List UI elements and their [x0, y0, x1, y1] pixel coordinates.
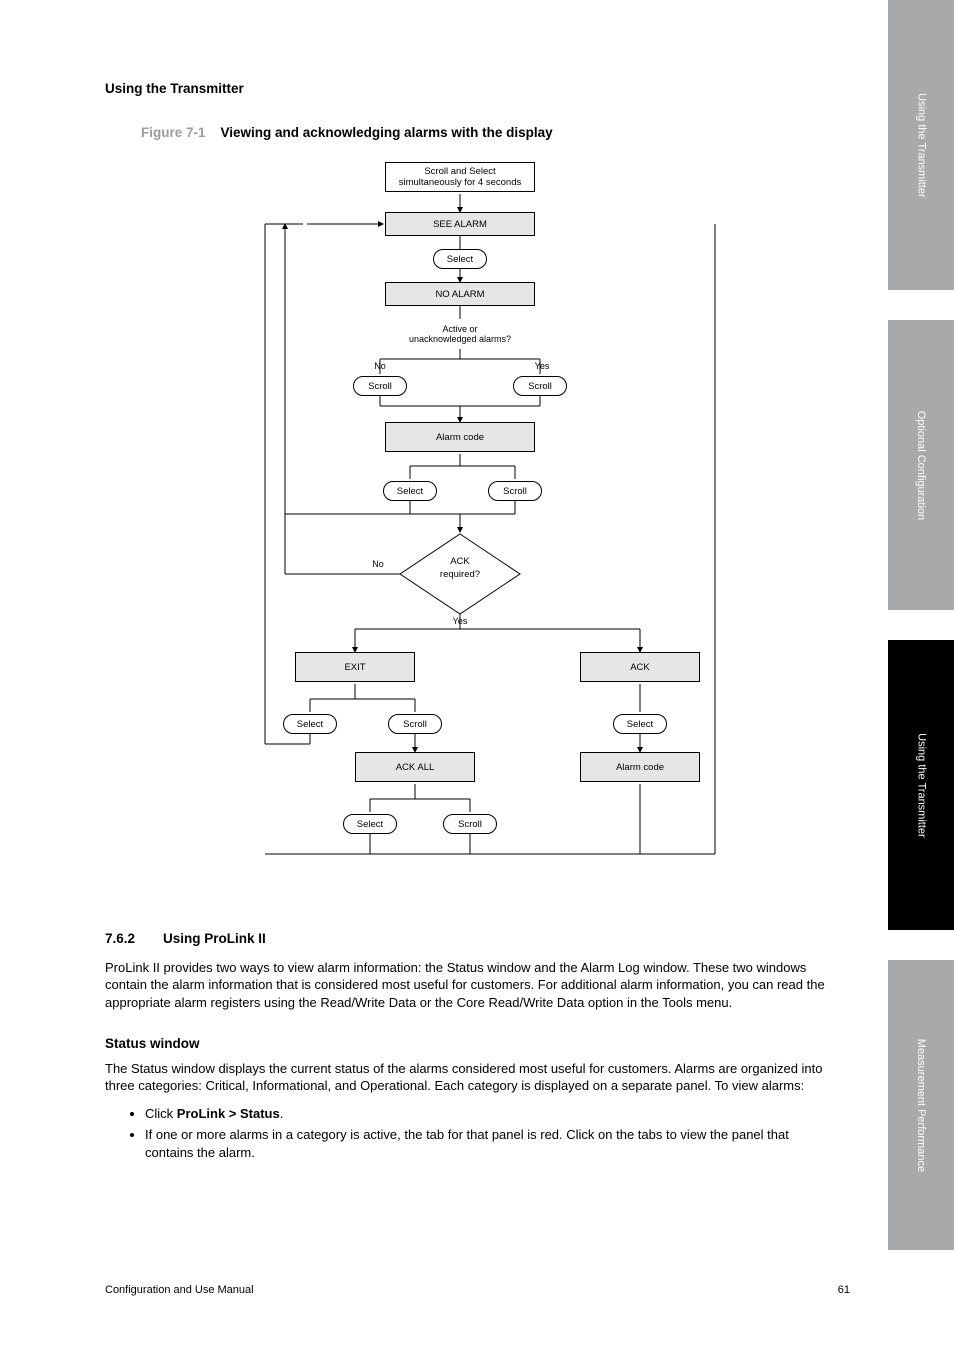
node-select-4: Select [613, 714, 667, 734]
node-ack-all: ACK ALL [355, 752, 475, 782]
node-select-3: Select [283, 714, 337, 734]
node-scroll-3: Scroll [388, 714, 442, 734]
section-762-p1: ProLink II provides two ways to view ala… [105, 959, 835, 1012]
running-head: Using the Transmitter [105, 80, 835, 98]
node-select-5: Select [343, 814, 397, 834]
label-no-1: No [365, 359, 395, 374]
figure-title: Viewing and acknowledging alarms with th… [221, 125, 553, 140]
label-yes-1: Yes [527, 359, 557, 374]
node-alarms-question: Active or unacknowledged alarms? [390, 320, 530, 348]
node-start: Scroll and Select simultaneously for 4 s… [385, 162, 535, 192]
tab-optional-configuration: Optional Configuration [888, 320, 954, 610]
node-select-2: Select [383, 481, 437, 501]
status-window-steps: Click ProLink > Status. If one or more a… [145, 1105, 835, 1162]
tab-using-transmitter-active: Using the Transmitter [888, 640, 954, 930]
status-step-2: If one or more alarms in a category is a… [145, 1126, 835, 1161]
flowchart-connectors [215, 154, 775, 904]
page-footer: Configuration and Use Manual 61 [105, 1283, 850, 1298]
tab-measurement-performance: Measurement Performance [888, 960, 954, 1250]
footer-page-number: 61 [838, 1283, 850, 1298]
node-select-1: Select [433, 249, 487, 269]
section-762: 7.6.2Using ProLink II ProLink II provide… [105, 930, 835, 1161]
node-scroll-5: Scroll [443, 814, 497, 834]
section-762-title: Using ProLink II [163, 931, 266, 946]
footer-left: Configuration and Use Manual [105, 1284, 254, 1296]
flowchart: Scroll and Select simultaneously for 4 s… [215, 154, 775, 904]
node-ack-question: ACK required? [420, 556, 500, 582]
tab-gap-2 [888, 610, 954, 640]
tab-gap-3 [888, 930, 954, 960]
section-762-num: 7.6.2 [105, 930, 163, 948]
tab-gap-4 [888, 1250, 954, 1350]
side-tabs: Using the Transmitter Optional Configura… [888, 0, 954, 1350]
node-scroll-2: Scroll [488, 481, 542, 501]
label-yes-2: Yes [445, 614, 475, 629]
node-alarm-code: Alarm code [385, 422, 535, 452]
node-ack: ACK [580, 652, 700, 682]
tab-using-transmitter-top: Using the Transmitter [888, 0, 954, 290]
status-window-heading: Status window [105, 1035, 835, 1053]
node-exit: EXIT [295, 652, 415, 682]
tab-gap-1 [888, 290, 954, 320]
node-scroll-left: Scroll [353, 376, 407, 396]
figure-number: Figure 7-1 [141, 125, 206, 140]
section-762-heading: 7.6.2Using ProLink II [105, 930, 835, 948]
node-no-alarm: NO ALARM [385, 282, 535, 306]
label-no-2: No [363, 557, 393, 572]
status-step-1: Click ProLink > Status. [145, 1105, 835, 1123]
node-see-alarm: SEE ALARM [385, 212, 535, 236]
node-scroll-r1: Scroll [513, 376, 567, 396]
figure-caption: Figure 7-1 Viewing and acknowledging ala… [141, 124, 835, 142]
node-alarm-code-2: Alarm code [580, 752, 700, 782]
section-762-p2: The Status window displays the current s… [105, 1060, 835, 1095]
